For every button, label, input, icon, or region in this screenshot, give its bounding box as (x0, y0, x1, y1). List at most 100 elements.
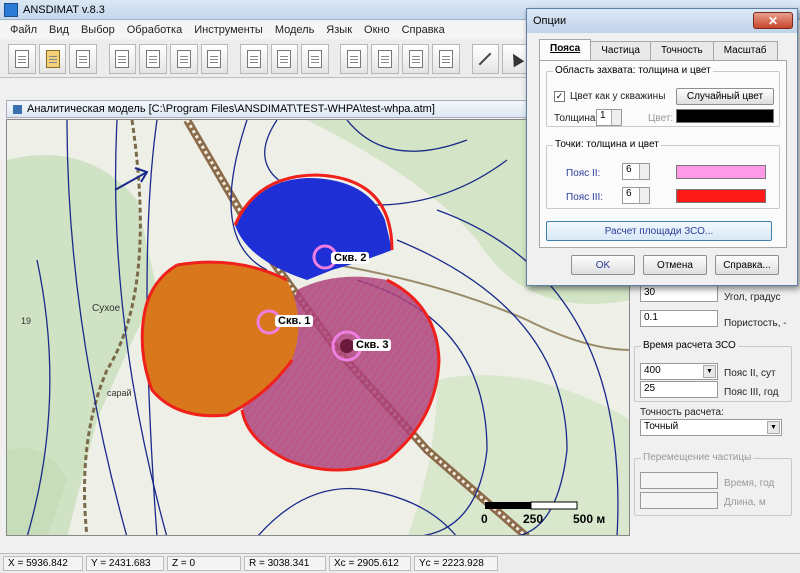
tool-button-2[interactable] (139, 43, 167, 74)
sheet-icon (176, 49, 191, 68)
dialog-titlebar[interactable]: Опции ✕ (527, 9, 797, 33)
particle-time-label: Время, год (724, 478, 775, 489)
particle-length-input[interactable] (640, 492, 718, 509)
place-label: 19 (21, 316, 32, 326)
thickness-spinner[interactable]: 1 (596, 109, 622, 126)
time-group-title: Время расчета ЗСО (641, 340, 738, 351)
cancel-button[interactable]: Отмена (643, 255, 707, 275)
status-yc: Yc = 2223.928 (414, 556, 498, 571)
menu-bar: Файл Вид Выбор Обработка Инструменты Мод… (0, 21, 530, 39)
porosity-input[interactable]: 0.1 (640, 310, 718, 327)
document-title: Аналитическая модель [C:\Program Files\A… (27, 103, 435, 115)
tool-button-9[interactable] (371, 43, 399, 74)
well-2-label[interactable]: Скв. 2 (331, 252, 370, 264)
sheet-icon (207, 49, 222, 68)
sheet-icon (146, 49, 161, 68)
dialog-title: Опции (533, 15, 567, 27)
well-color-checkbox[interactable]: ✓ (554, 91, 565, 102)
random-color-button[interactable]: Случайный цвет (676, 88, 774, 105)
well-color-label[interactable]: Цвет как у скважины (570, 91, 665, 102)
toolbar (0, 40, 530, 78)
well-3-label[interactable]: Скв. 3 (353, 339, 392, 351)
open-file-button[interactable] (38, 43, 67, 74)
belt2-color-swatch[interactable] (676, 165, 766, 179)
color-label: Цвет: (648, 113, 674, 124)
menu-tools[interactable]: Инструменты (188, 24, 269, 36)
right-panel: 30 Угол, градус 0.1 Пористость, - Время … (632, 280, 796, 538)
menu-select[interactable]: Выбор (75, 24, 121, 36)
status-xc: Xc = 2905.612 (329, 556, 411, 571)
scale-tick-0: 0 (481, 512, 488, 526)
well-1-label[interactable]: Скв. 1 (275, 315, 314, 327)
menu-help[interactable]: Справка (396, 24, 451, 36)
new-page-icon (14, 49, 29, 68)
tool-button-6[interactable] (270, 43, 299, 74)
belt2-time-value: 400 (644, 365, 661, 376)
calc-area-button[interactable]: Расчет площади ЗСО... (546, 221, 772, 241)
menu-processing[interactable]: Обработка (121, 24, 188, 36)
scale-bar-black (485, 502, 531, 509)
capture-color-swatch[interactable] (676, 109, 774, 123)
scale-bar-white (530, 501, 578, 510)
new-file-button[interactable] (8, 43, 36, 74)
menu-file[interactable]: Файл (4, 24, 43, 36)
tool-button-10[interactable] (432, 43, 461, 74)
menu-window[interactable]: Окно (358, 24, 396, 36)
menu-model[interactable]: Модель (269, 24, 320, 36)
chevron-down-icon[interactable]: ▼ (767, 421, 780, 434)
belt3-time-input[interactable]: 25 (640, 381, 718, 398)
text-icon (408, 49, 423, 68)
menu-language[interactable]: Язык (320, 24, 358, 36)
sheet-icon (439, 49, 454, 68)
belt3-thickness-spinner[interactable]: 6 (622, 187, 650, 204)
ok-button[interactable]: OK (571, 255, 635, 275)
tool-button-4[interactable] (200, 43, 229, 74)
menu-view[interactable]: Вид (43, 24, 75, 36)
particle-time-input[interactable] (640, 472, 718, 489)
belt3-label: Пояс III: (566, 192, 604, 203)
scale-tick-250: 250 (523, 512, 544, 526)
close-button[interactable]: ✕ (753, 12, 793, 29)
tool-button-8[interactable] (340, 43, 369, 74)
tab-particle[interactable]: Частица (590, 41, 651, 60)
tool-button-7[interactable] (301, 43, 329, 74)
angle-label: Угол, градус (724, 292, 781, 303)
precision-select[interactable]: Точный ▼ (640, 419, 782, 436)
status-z: Z = 0 (167, 556, 241, 571)
tool-button-5[interactable] (239, 43, 268, 74)
edit-icon (76, 49, 91, 68)
precision-label: Точность расчета: (640, 407, 724, 418)
tool-button-1[interactable] (108, 43, 137, 74)
belt3-color-swatch[interactable] (676, 189, 766, 203)
status-bar: X = 5936.842 Y = 2431.683 Z = 0 R = 3038… (0, 553, 800, 573)
precision-value: Точный (644, 421, 679, 432)
help-button[interactable]: Справка... (715, 255, 779, 275)
tab-precision[interactable]: Точность (649, 41, 714, 60)
sheet-icon (277, 49, 292, 68)
well-3-core (340, 339, 354, 353)
app-icon (4, 2, 18, 17)
porosity-label: Пористость, - (724, 318, 787, 329)
belt2-thickness-spinner[interactable]: 6 (622, 163, 650, 180)
status-x: X = 5936.842 (3, 556, 83, 571)
edit-button[interactable] (69, 43, 98, 74)
belt2-time-label: Пояс II, сут (724, 368, 776, 379)
folder-icon (45, 49, 60, 68)
belts-tab-pane: Область захвата: толщина и цвет ✓ Цвет к… (539, 60, 787, 248)
tool-button-3[interactable] (169, 43, 198, 74)
points-group-title: Точки: толщина и цвет (553, 139, 661, 150)
sheet-icon (308, 49, 323, 68)
text-tool-button[interactable] (401, 43, 430, 74)
chevron-down-icon[interactable]: ▼ (703, 365, 716, 378)
capture-group-title: Область захвата: толщина и цвет (553, 65, 713, 76)
status-y: Y = 2431.683 (86, 556, 164, 571)
tab-scale[interactable]: Масштаб (712, 41, 778, 60)
place-label: сарай (107, 388, 132, 398)
zoom-button[interactable] (471, 43, 500, 74)
belt2-time-select[interactable]: 400 ▼ (640, 363, 718, 380)
options-dialog: Опции ✕ Пояса Частица Точность Масштаб О… (526, 8, 798, 286)
angle-input[interactable]: 30 (640, 285, 718, 302)
tab-belts[interactable]: Пояса (539, 39, 592, 60)
particle-group-title: Перемещение частицы (641, 452, 754, 463)
app-title: ANSDIMAT v.8.3 (23, 3, 105, 16)
